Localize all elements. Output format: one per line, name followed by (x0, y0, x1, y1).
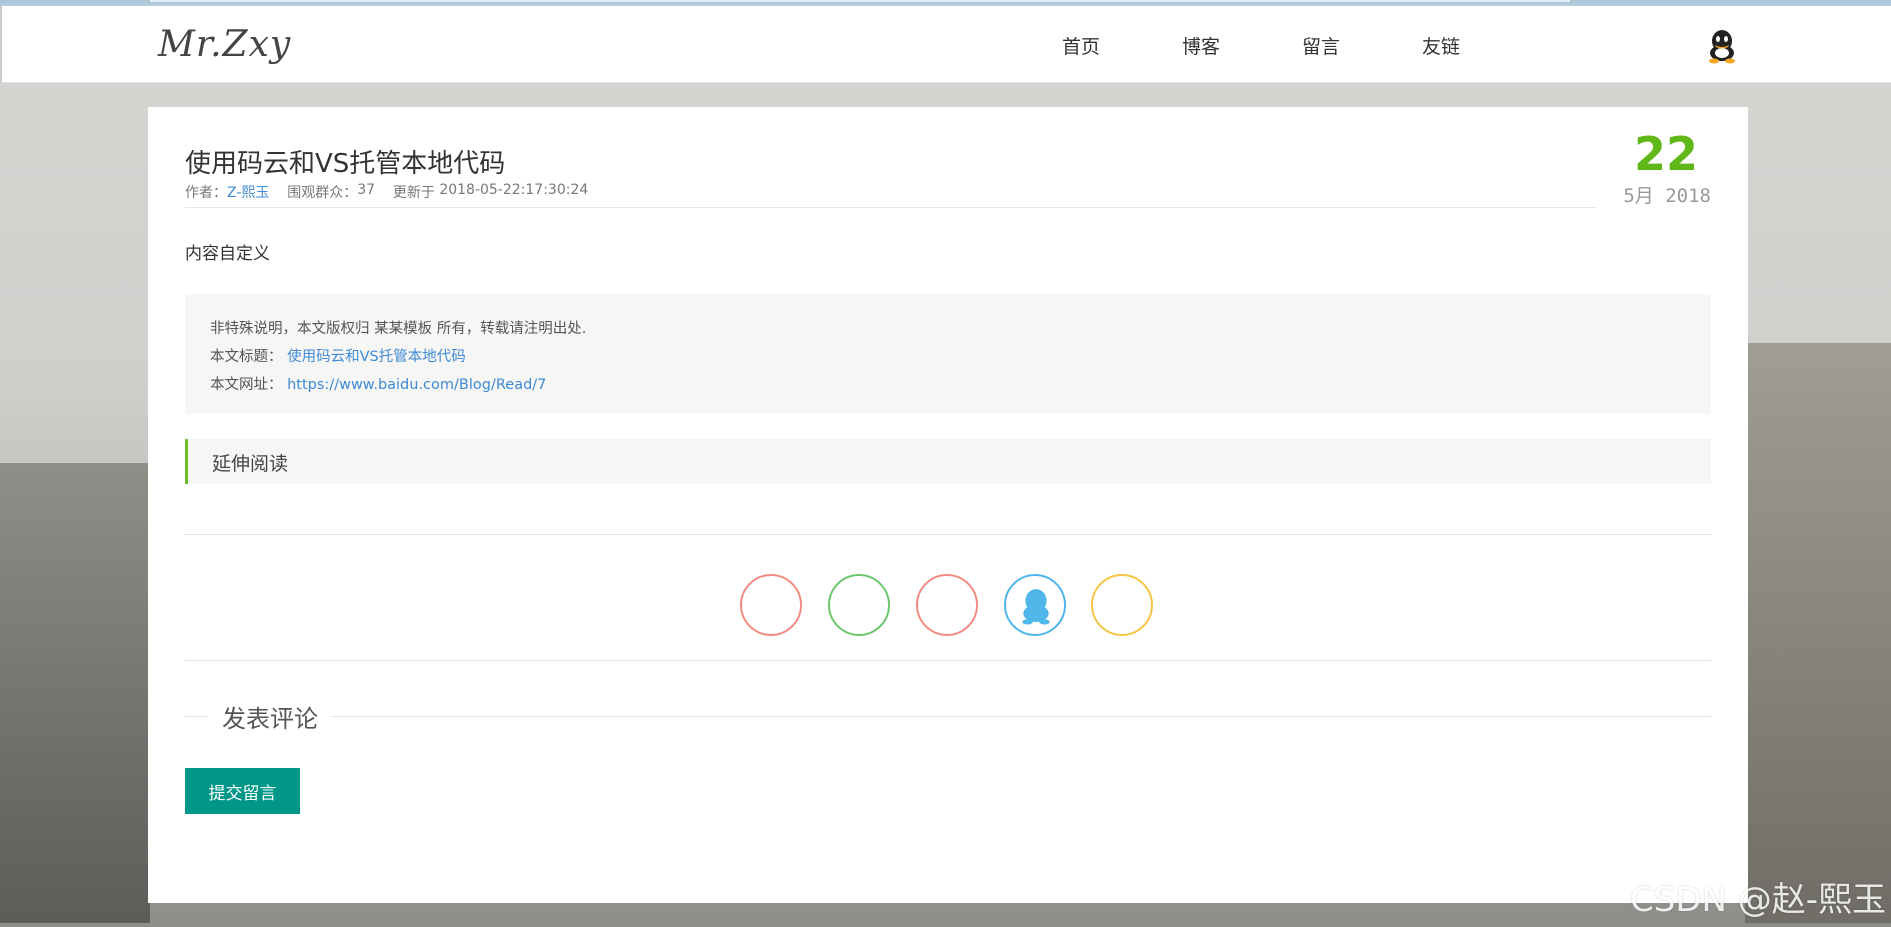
notice-line: 非特殊说明，本文版权归 某某模板 所有，转载请注明出处. (210, 321, 587, 337)
nav-item-home[interactable]: 首页 (1062, 32, 1182, 59)
extended-reading-header: 延伸阅读 (185, 439, 1711, 484)
date-month-year: 5月 2018 (1623, 181, 1711, 208)
share-icon-1[interactable] (740, 574, 802, 636)
divider (185, 207, 1597, 208)
main-nav: 首页 博客 留言 友链 (1062, 32, 1542, 59)
notice-url-row: 本文网址： https://www.baidu.com/Blog/Read/7 (210, 373, 546, 394)
notice-title-link[interactable]: 使用码云和VS托管本地代码 (287, 349, 466, 365)
updated-time: 2018-05-22:17:30:24 (439, 182, 589, 198)
date-month: 5月 (1623, 185, 1654, 207)
site-logo[interactable]: Mr.Zxy (158, 24, 291, 65)
notice-url-label: 本文网址： (210, 377, 283, 393)
author-link[interactable]: Z-熙玉 (227, 182, 269, 202)
article-card: 使用码云和VS托管本地代码 作者： Z-熙玉 围观群众： 37 更新于 2018… (148, 107, 1748, 903)
share-icon-5[interactable] (1091, 574, 1153, 636)
divider (185, 534, 1711, 535)
article-content: 内容自定义 (185, 244, 270, 264)
views-count: 37 (357, 182, 376, 198)
article-title: 使用码云和VS托管本地代码 (185, 149, 506, 179)
nav-item-message[interactable]: 留言 (1302, 32, 1422, 59)
notice-title-row: 本文标题： 使用码云和VS托管本地代码 (210, 345, 466, 366)
share-icon-3[interactable] (916, 574, 978, 636)
divider (185, 660, 1711, 661)
updated-label: 更新于 (392, 185, 440, 201)
extended-reading-label: 延伸阅读 (212, 453, 289, 475)
qq-share-icon[interactable] (1004, 574, 1066, 636)
views-label: 围观群众： (287, 185, 358, 201)
notice-title-label: 本文标题： (210, 349, 283, 365)
nav-item-blog[interactable]: 博客 (1182, 32, 1302, 59)
share-icon-2[interactable] (828, 574, 890, 636)
meta-spacer (375, 182, 393, 202)
site-header: Mr.Zxy 首页 博客 留言 友链 (2, 6, 1891, 83)
submit-comment-button[interactable]: 提交留言 (185, 768, 300, 814)
watermark: CSDN @赵-熙玉 (1630, 880, 1887, 920)
notice-url-link[interactable]: https://www.baidu.com/Blog/Read/7 (287, 377, 546, 393)
date-day: 22 (1633, 127, 1698, 181)
qq-icon[interactable] (1706, 28, 1738, 64)
author-label: 作者： (185, 185, 227, 201)
comment-divider (185, 716, 1711, 717)
comment-title: 发表评论 (208, 699, 332, 734)
date-year: 2018 (1665, 185, 1711, 207)
nav-item-links[interactable]: 友链 (1422, 32, 1542, 59)
copyright-notice: 非特殊说明，本文版权归 某某模板 所有，转载请注明出处. 本文标题： 使用码云和… (185, 294, 1711, 414)
article-meta: 作者： Z-熙玉 围观群众： 37 更新于 2018-05-22:17:30:2… (185, 182, 588, 202)
meta-spacer (269, 182, 287, 202)
